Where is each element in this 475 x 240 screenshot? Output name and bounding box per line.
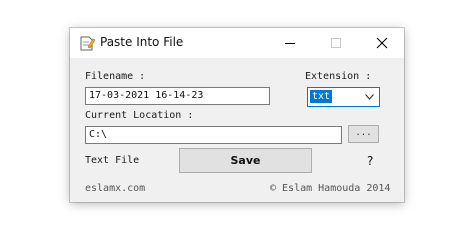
window-title: Paste Into File — [100, 35, 184, 49]
save-button[interactable]: Save — [179, 148, 312, 173]
location-input[interactable]: C:\ — [85, 126, 342, 144]
minimize-icon — [285, 43, 295, 44]
minimize-button[interactable] — [268, 28, 312, 58]
location-label: Current Location : — [85, 110, 194, 121]
chevron-down-icon — [365, 94, 374, 100]
extension-select[interactable]: txt — [307, 87, 380, 107]
extension-label: Extension : — [305, 71, 372, 82]
help-link[interactable]: ? — [367, 154, 373, 168]
maximize-button[interactable] — [314, 28, 358, 58]
filename-label: Filename : — [85, 71, 146, 82]
file-type-label: Text File — [85, 155, 140, 166]
close-icon — [376, 37, 388, 49]
browse-button[interactable]: ... — [348, 125, 379, 143]
website-link[interactable]: eslamx.com — [85, 183, 145, 194]
maximize-icon — [331, 38, 341, 48]
extension-value: txt — [310, 90, 333, 103]
paste-into-file-window: Paste Into File Filename : 17-03-2021 16… — [70, 28, 404, 202]
copyright-text: © Eslam Hamouda 2014 — [270, 183, 391, 194]
notepad-pen-icon — [79, 35, 96, 51]
close-button[interactable] — [360, 28, 404, 58]
filename-input[interactable]: 17-03-2021 16-14-23 — [85, 87, 270, 105]
title-bar[interactable]: Paste Into File — [70, 28, 404, 58]
